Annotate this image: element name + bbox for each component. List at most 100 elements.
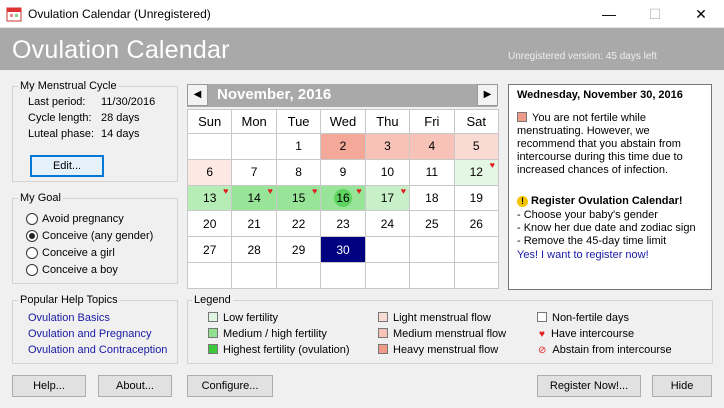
calendar-empty-cell xyxy=(364,236,411,264)
trial-status: Unregistered version: 45 days left xyxy=(508,51,657,62)
register-title: Register Ovulation Calendar! xyxy=(531,195,683,207)
legend-item: Low fertility xyxy=(208,312,278,324)
calendar-empty-cell xyxy=(231,133,277,160)
heart-icon: ♥ xyxy=(489,159,495,170)
legend-swatch xyxy=(537,312,547,322)
goal-option[interactable]: Conceive a girl xyxy=(26,244,153,261)
calendar-day[interactable]: 14 ♥ xyxy=(231,184,277,212)
goal-option[interactable]: Avoid pregnancy xyxy=(26,210,153,227)
legend-label: Medium / high fertility xyxy=(223,328,327,340)
register-link[interactable]: Yes! I want to register now! xyxy=(517,249,649,261)
minimize-button[interactable]: — xyxy=(586,0,632,28)
calendar-day[interactable]: 22 xyxy=(275,210,322,238)
about-button[interactable]: About... xyxy=(98,375,172,397)
calendar-day[interactable]: 9 xyxy=(320,158,366,186)
calendar-day[interactable]: 16 ♥ xyxy=(320,184,366,212)
weekday-header: Tue xyxy=(275,109,322,134)
weekday-header: Wed xyxy=(320,109,366,134)
help-link-pregnancy[interactable]: Ovulation and Pregnancy xyxy=(28,328,152,340)
calendar-empty-cell xyxy=(453,262,500,289)
maximize-button[interactable]: ☐ xyxy=(632,0,678,28)
heart-icon: ♥ xyxy=(267,185,273,196)
calendar-day[interactable]: 28 xyxy=(231,236,277,264)
cycle-length-value: 28 days xyxy=(101,112,140,124)
weekday-header: Mon xyxy=(231,109,277,134)
heavy-flow-swatch xyxy=(517,112,527,122)
calendar-empty-cell xyxy=(231,262,277,289)
calendar-day[interactable]: 7 xyxy=(231,158,277,186)
calendar-day[interactable]: 11 xyxy=(409,158,455,186)
goal-option[interactable]: Conceive a boy xyxy=(26,261,153,278)
luteal-phase-value: 14 days xyxy=(101,128,140,140)
calendar-day[interactable]: 27 xyxy=(186,236,233,264)
cycle-length-label: Cycle length: xyxy=(28,112,92,124)
goal-option-label: Conceive (any gender) xyxy=(42,229,154,242)
calendar-day[interactable]: 4 xyxy=(409,133,455,160)
goal-option-label: Conceive a boy xyxy=(42,263,118,276)
goal-option[interactable]: Conceive (any gender) xyxy=(26,227,153,244)
calendar-day[interactable]: 2 xyxy=(320,133,366,160)
legend-item: ♥ Have intercourse xyxy=(537,328,634,340)
heart-icon: ♥ xyxy=(539,329,545,340)
calendar-empty-cell xyxy=(409,236,455,264)
calendar-day[interactable]: 29 xyxy=(275,236,322,264)
legend-item: Medium / high fertility xyxy=(208,328,327,340)
legend-label: Non-fertile days xyxy=(552,312,630,324)
calendar-day[interactable]: 5 xyxy=(453,133,500,160)
ovulation-day-marker: 16 xyxy=(334,189,352,208)
weekday-header: Fri xyxy=(409,109,455,134)
calendar-day[interactable]: 25 xyxy=(409,210,455,238)
radio-button[interactable] xyxy=(26,263,38,276)
calendar-day[interactable]: 1 xyxy=(275,133,322,160)
calendar-day[interactable]: 10 xyxy=(364,158,411,186)
calendar-day[interactable]: 24 xyxy=(364,210,411,238)
configure-button[interactable]: Configure... xyxy=(187,375,273,397)
calendar-day[interactable]: 30 xyxy=(320,236,366,264)
benefit-1: - Choose your baby's gender xyxy=(517,209,658,221)
legend-label: Light menstrual flow xyxy=(393,312,491,324)
help-button[interactable]: Help... xyxy=(12,375,86,397)
next-month-button[interactable]: ▶ xyxy=(477,84,498,106)
legend-item: Highest fertility (ovulation) xyxy=(208,344,350,356)
goal-options: Avoid pregnancy Conceive (any gender) Conc… xyxy=(26,210,153,278)
goal-group-title: My Goal xyxy=(18,192,63,204)
close-button[interactable]: ✕ xyxy=(678,0,724,28)
calendar-empty-cell xyxy=(409,262,455,289)
help-link-contraception[interactable]: Ovulation and Contraception xyxy=(28,344,167,356)
prev-month-button[interactable]: ◀ xyxy=(187,84,208,106)
info-date: Wednesday, November 30, 2016 xyxy=(517,89,683,101)
register-now-button[interactable]: Register Now!... xyxy=(537,375,641,397)
edit-cycle-button[interactable]: Edit... xyxy=(30,155,104,177)
radio-button[interactable] xyxy=(26,246,38,259)
day-info-panel: Wednesday, November 30, 2016 You are not… xyxy=(508,84,712,290)
heart-icon: ♥ xyxy=(400,185,407,196)
legend-label: Highest fertility (ovulation) xyxy=(223,344,350,356)
weekday-header: Sun xyxy=(186,109,233,134)
benefit-2: - Know her due date and zodiac sign xyxy=(517,222,696,234)
luteal-phase-label: Luteal phase: xyxy=(28,128,95,140)
calendar-day[interactable]: 6 xyxy=(186,158,233,186)
app-title: Ovulation Calendar xyxy=(12,36,230,64)
radio-button[interactable] xyxy=(26,212,38,225)
calendar-day[interactable]: 3 xyxy=(364,133,411,160)
legend-label: Low fertility xyxy=(223,312,279,324)
calendar-day[interactable]: 26 xyxy=(453,210,500,238)
radio-button[interactable] xyxy=(26,229,38,242)
calendar-day[interactable]: 17 ♥ xyxy=(364,184,411,212)
help-link-basics[interactable]: Ovulation Basics xyxy=(28,312,110,324)
calendar-day[interactable]: 12 ♥ xyxy=(453,158,500,186)
calendar-day[interactable]: 18 xyxy=(409,184,455,212)
calendar-day[interactable]: 20 xyxy=(186,210,233,238)
calendar-day[interactable]: 8 xyxy=(275,158,322,186)
calendar-day[interactable]: 13 ♥ xyxy=(186,184,233,212)
calendar-day[interactable]: 15 ♥ xyxy=(275,184,322,212)
hide-button[interactable]: Hide xyxy=(652,375,712,397)
calendar-day[interactable]: 21 xyxy=(231,210,277,238)
calendar-empty-cell xyxy=(453,236,500,264)
legend-item: ⊘ Abstain from intercourse xyxy=(537,344,672,356)
calendar-day[interactable]: 23 xyxy=(320,210,366,238)
calendar-empty-cell xyxy=(320,262,366,289)
legend-item: Non-fertile days xyxy=(537,312,629,324)
calendar-day[interactable]: 19 xyxy=(453,184,500,212)
warning-icon: ! xyxy=(517,196,528,207)
